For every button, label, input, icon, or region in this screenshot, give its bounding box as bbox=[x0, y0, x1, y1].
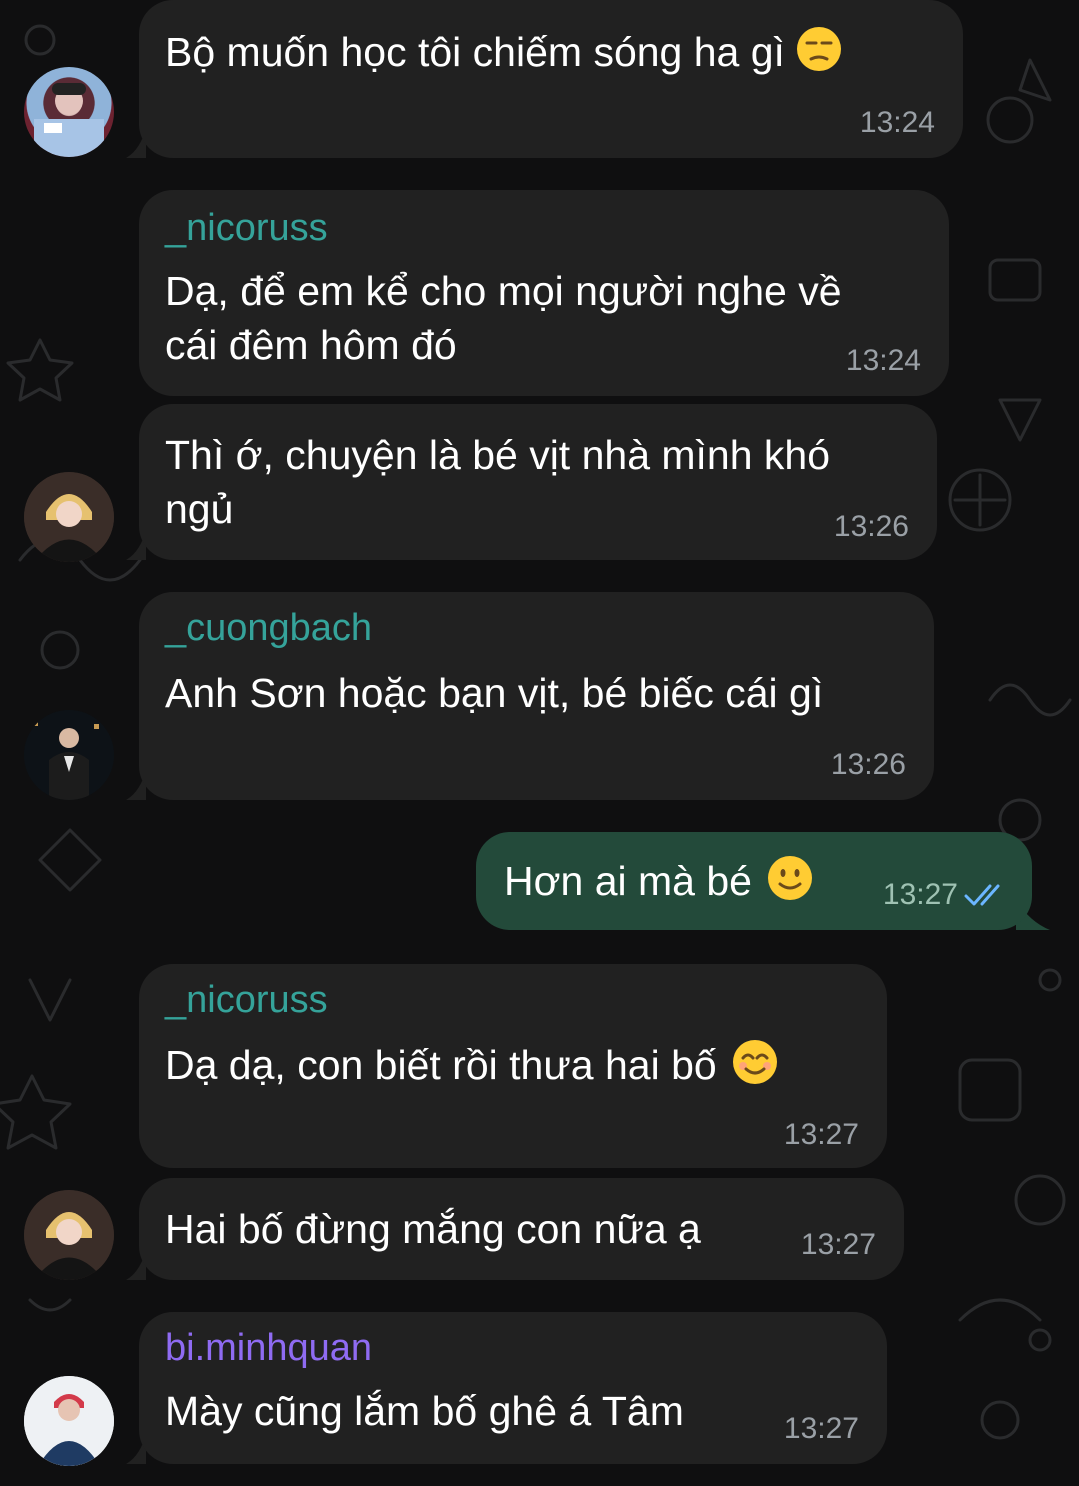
avatar[interactable] bbox=[24, 1376, 114, 1466]
message-text-line-2: ngủ bbox=[165, 486, 234, 532]
message-text: Hai bố đừng mắng con nữa ạ bbox=[165, 1206, 701, 1252]
avatar[interactable] bbox=[24, 67, 114, 157]
message-bubble[interactable]: _nicoruss Dạ, để em kể cho mọi người ngh… bbox=[139, 190, 949, 396]
sender-name[interactable]: bi.minhquan bbox=[165, 1326, 372, 1370]
message-text: Hơn ai mà bé bbox=[504, 854, 814, 908]
slightly-smiling-face-icon bbox=[767, 856, 812, 900]
read-double-check-icon bbox=[964, 884, 1000, 906]
avatar[interactable] bbox=[24, 710, 114, 800]
message-text: Dạ dạ, con biết rồi thưa hai bố bbox=[165, 1038, 779, 1092]
message-bubble[interactable]: Hai bố đừng mắng con nữa ạ 13:27 bbox=[139, 1178, 904, 1280]
message-bubble[interactable]: bi.minhquan Mày cũng lắm bố ghê á Tâm 13… bbox=[139, 1312, 887, 1464]
message-time: 13:27 bbox=[783, 1118, 859, 1151]
message-bubble[interactable]: _nicoruss Dạ dạ, con biết rồi thưa hai b… bbox=[139, 964, 887, 1168]
message-text-line-1: Dạ, để em kể cho mọi người nghe về bbox=[165, 268, 842, 314]
avatar[interactable] bbox=[24, 472, 114, 562]
message-time: 13:27 bbox=[800, 1228, 876, 1261]
message-text: Bộ muốn học tôi chiếm sóng ha gì bbox=[165, 25, 843, 79]
message-time: 13:26 bbox=[830, 748, 906, 781]
sender-name[interactable]: _cuongbach bbox=[165, 606, 372, 650]
sender-name[interactable]: _nicoruss bbox=[165, 978, 328, 1022]
message-text: Anh Sơn hoặc bạn vịt, bé biếc cái gì bbox=[165, 670, 824, 716]
message-time: 13:27 bbox=[882, 878, 958, 911]
smiling-face-icon bbox=[732, 1040, 777, 1084]
message-bubble-outgoing[interactable]: Hơn ai mà bé 13:27 bbox=[476, 832, 1032, 930]
sender-name[interactable]: _nicoruss bbox=[165, 206, 328, 250]
message-bubble[interactable]: Thì ớ, chuyện là bé vịt nhà mình khó ngủ… bbox=[139, 404, 937, 560]
avatar[interactable] bbox=[24, 1190, 114, 1280]
message-bubble[interactable]: Bộ muốn học tôi chiếm sóng ha gì 13:24 bbox=[139, 0, 963, 158]
unamused-face-icon bbox=[796, 27, 841, 71]
message-time: 13:26 bbox=[833, 510, 909, 543]
message-time: 13:27 bbox=[783, 1412, 859, 1445]
message-time: 13:24 bbox=[845, 344, 921, 377]
message-bubble[interactable]: _cuongbach Anh Sơn hoặc bạn vịt, bé biếc… bbox=[139, 592, 934, 800]
message-text-line-1: Thì ớ, chuyện là bé vịt nhà mình khó bbox=[165, 432, 831, 478]
message-text: Mày cũng lắm bố ghê á Tâm bbox=[165, 1388, 684, 1434]
message-text-line-2: cái đêm hôm đó bbox=[165, 322, 457, 368]
message-time: 13:24 bbox=[859, 106, 935, 139]
